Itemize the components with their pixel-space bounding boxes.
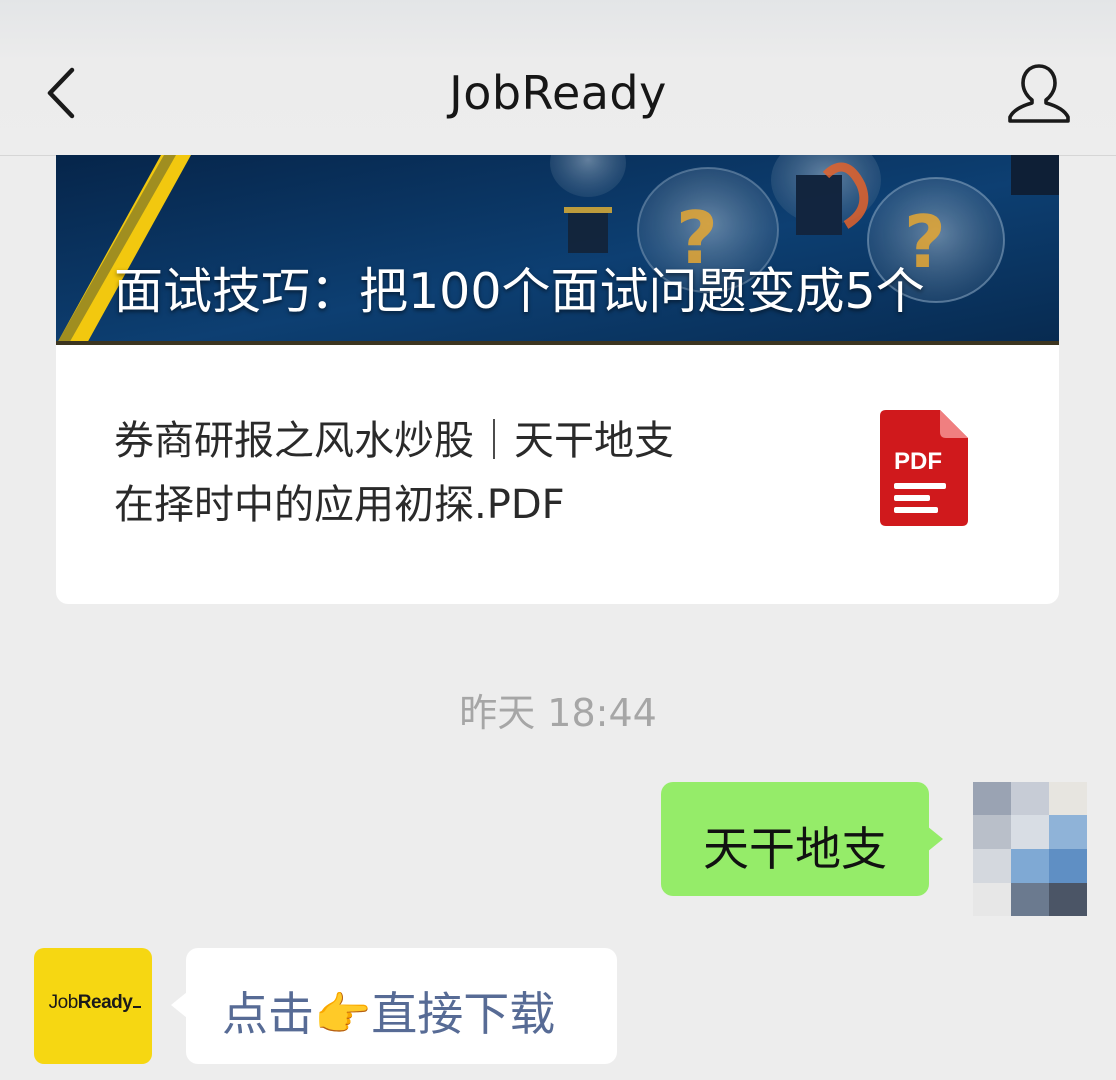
pdf-file-icon: PDF [878, 408, 970, 528]
message-timestamp: 昨天 18:44 [459, 691, 657, 735]
received-message-bubble[interactable]: 点击👉直接下载 [171, 948, 617, 1064]
article-banner-title: 面试技巧：把100个面试问题变成5个 [114, 263, 925, 320]
page-title: JobReady [449, 66, 667, 120]
sent-message-bubble[interactable]: 天干地支 [661, 782, 943, 896]
logo-underscore [133, 1006, 142, 1008]
pixelated-avatar-image [973, 782, 1087, 916]
person-outline-icon [1008, 64, 1070, 123]
article-title-line-1: 券商研报之风水炒股｜天干地支 [114, 418, 674, 464]
logo-text-thin: Job [48, 992, 79, 1013]
article-document-title: 券商研报之风水炒股｜天干地支 在择时中的应用初探.PDF [114, 409, 794, 537]
jobready-logo: JobReady [38, 992, 152, 1014]
self-avatar[interactable] [973, 782, 1087, 916]
pdf-icon-label: PDF [894, 448, 942, 475]
download-link-text[interactable]: 点击👉直接下载 [222, 978, 555, 1044]
sent-message-text: 天干地支 [703, 822, 887, 876]
nav-bar: JobReady [0, 0, 1116, 156]
article-banner: ? ? 面试技巧：把100个面试问题变成5个 [56, 155, 1059, 345]
article-card[interactable]: ? ? 面试技巧：把100个面试问题变成5个 券商研报之风水炒股｜天干地支 在择… [56, 155, 1059, 604]
profile-button[interactable] [1004, 60, 1074, 126]
logo-text-bold: Ready [77, 992, 133, 1013]
jobready-avatar[interactable]: JobReady [34, 948, 152, 1064]
article-title-line-2: 在择时中的应用初探.PDF [114, 482, 565, 528]
